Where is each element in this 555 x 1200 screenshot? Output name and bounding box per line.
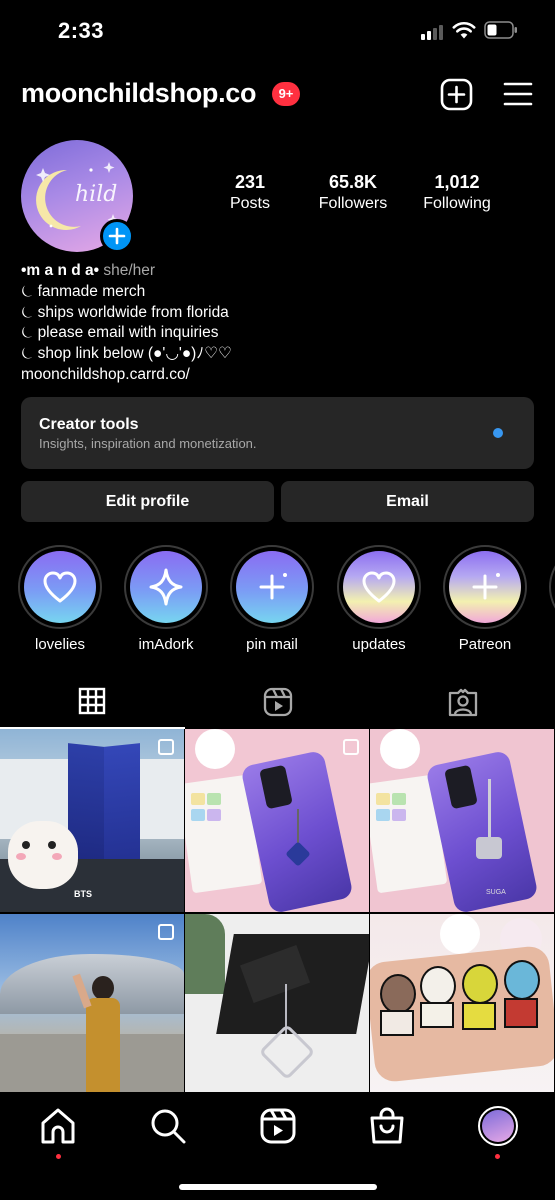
heart-icon [43, 571, 77, 603]
bio-line: ⏾ shop link below (●'◡'●)ﾉ♡♡ [21, 345, 232, 363]
tab-reels[interactable] [185, 676, 370, 728]
highlight-cover [130, 551, 202, 623]
bio-line: ⏾ ships worldwide from florida [21, 303, 229, 321]
highlight-label: imAdork [138, 636, 194, 653]
posts-count[interactable]: 231 Posts [195, 172, 305, 213]
highlight-cover [343, 551, 415, 623]
profile-avatar-icon[interactable] [478, 1106, 518, 1146]
carousel-icon [158, 739, 174, 755]
create-post-button[interactable] [440, 78, 473, 111]
highlight-patreon[interactable]: Patreon [443, 545, 527, 653]
grid-post[interactable]: SUGA [370, 729, 554, 912]
pronouns: she/her [103, 262, 156, 279]
display-name: •m a n d a• [21, 262, 100, 279]
highlight-lovelies[interactable]: lovelies [18, 545, 102, 653]
grid-post[interactable] [185, 914, 369, 1097]
tab-tagged[interactable] [370, 676, 555, 728]
highlight-cover [24, 551, 96, 623]
highlight-pin-mail[interactable]: pin mail [230, 545, 314, 653]
cellular-signal-icon [421, 24, 447, 40]
stat-value: 231 [234, 172, 266, 192]
username-title[interactable]: moonchildshop.co [21, 78, 257, 109]
following-count[interactable]: 1,012 Following [402, 172, 512, 213]
status-bar: 2:33 [0, 0, 555, 62]
avatar-logo-text: hild [75, 182, 118, 207]
creator-tools-title: Creator tools [39, 416, 139, 433]
stat-label: Posts [229, 195, 270, 212]
grid-icon [78, 687, 106, 715]
highlight-updates[interactable]: updates [337, 545, 421, 653]
notification-badge[interactable]: 9+ [272, 82, 300, 106]
reels-icon[interactable] [258, 1106, 298, 1146]
profile-tabs [0, 676, 555, 728]
bio-name-line: •m a n d a• she/her [21, 261, 521, 282]
grid-post[interactable]: BTS [0, 729, 184, 912]
profile-header: moonchildshop.co 9+ [0, 68, 555, 122]
highlight-ring [337, 545, 421, 629]
tagged-icon [448, 688, 478, 717]
bio-line: ⏾ please email with inquiries [21, 324, 219, 342]
highlight-label: pin mail [246, 636, 298, 653]
creator-tools-subtitle: Insights, inspiration and monetization. [39, 436, 257, 451]
edit-profile-button[interactable]: Edit profile [21, 481, 274, 522]
highlight-label: lovelies [34, 636, 86, 653]
home-indicator[interactable] [179, 1184, 377, 1190]
grid-post[interactable] [185, 729, 369, 912]
add-story-button[interactable] [100, 219, 134, 253]
posts-grid: BTS SUGA [0, 729, 555, 1097]
carousel-icon [343, 739, 359, 755]
carousel-icon [158, 924, 174, 940]
stat-value: 1,012 [434, 172, 480, 192]
status-time: 2:33 [58, 18, 105, 43]
grid-post[interactable] [370, 914, 554, 1097]
new-indicator-dot [493, 428, 503, 438]
creator-tools-card[interactable]: Creator tools Insights, inspiration and … [21, 397, 534, 469]
tab-posts-grid[interactable] [0, 676, 185, 728]
highlight-ring [230, 545, 314, 629]
plus-icon [108, 227, 126, 245]
plus-sparkle-icon [472, 573, 500, 600]
sparkle-icon [149, 568, 183, 606]
home-icon[interactable] [38, 1106, 78, 1146]
highlight-cover [449, 551, 521, 623]
home-activity-dot [56, 1154, 61, 1159]
highlight-ring [124, 545, 208, 629]
highlight-label: Patreon [458, 636, 512, 653]
stat-value: 65.8K [328, 172, 378, 192]
highlight-partial[interactable] [549, 545, 555, 629]
wifi-icon [452, 21, 476, 39]
highlight-ring [443, 545, 527, 629]
highlight-ring [18, 545, 102, 629]
post-caption: BTS [74, 889, 92, 899]
hamburger-menu-icon[interactable] [503, 80, 533, 108]
post-caption: SUGA [486, 889, 506, 896]
grid-post[interactable] [0, 914, 184, 1097]
plus-sparkle-icon [259, 573, 287, 600]
profile-bio: •m a n d a• she/her ⏾ fanmade merch ⏾ sh… [21, 261, 521, 386]
followers-count[interactable]: 65.8K Followers [298, 172, 408, 213]
highlight-label: updates [352, 636, 406, 653]
search-icon[interactable] [148, 1106, 188, 1146]
profile-activity-dot [495, 1154, 500, 1159]
highlight-imadork[interactable]: imAdork [124, 545, 208, 653]
battery-icon [484, 21, 517, 39]
shop-icon[interactable] [367, 1106, 407, 1146]
stat-label: Followers [318, 195, 388, 212]
bio-line: ⏾ fanmade merch [21, 282, 146, 300]
email-button[interactable]: Email [281, 481, 534, 522]
stat-label: Following [423, 195, 491, 212]
highlight-cover [236, 551, 308, 623]
heart-icon [362, 571, 396, 603]
bio-link[interactable]: moonchildshop.carrd.co/ [21, 365, 521, 386]
reels-icon [263, 687, 293, 717]
